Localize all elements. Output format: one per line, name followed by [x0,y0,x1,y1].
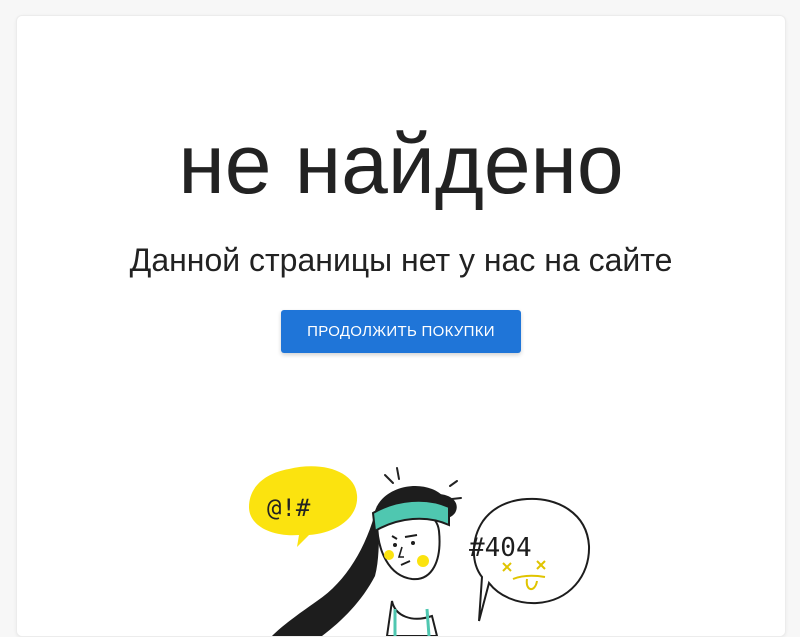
speech-bubble-right: #404 [469,497,591,622]
face-icon [371,485,450,581]
speech-bubble-left-text: @!# [267,494,311,522]
continue-shopping-button[interactable]: ПРОДОЛЖИТЬ ПОКУПКИ [281,310,521,353]
not-found-card: не найдено Данной страницы нет у нас на … [16,15,786,637]
speech-bubble-left: @!# [249,466,358,547]
confused-person-illustration: @!# #404 [249,466,591,636]
page-title: не найдено [178,117,624,211]
page-subtitle: Данной страницы нет у нас на сайте [129,242,673,278]
speech-bubble-right-text: #404 [469,533,532,563]
